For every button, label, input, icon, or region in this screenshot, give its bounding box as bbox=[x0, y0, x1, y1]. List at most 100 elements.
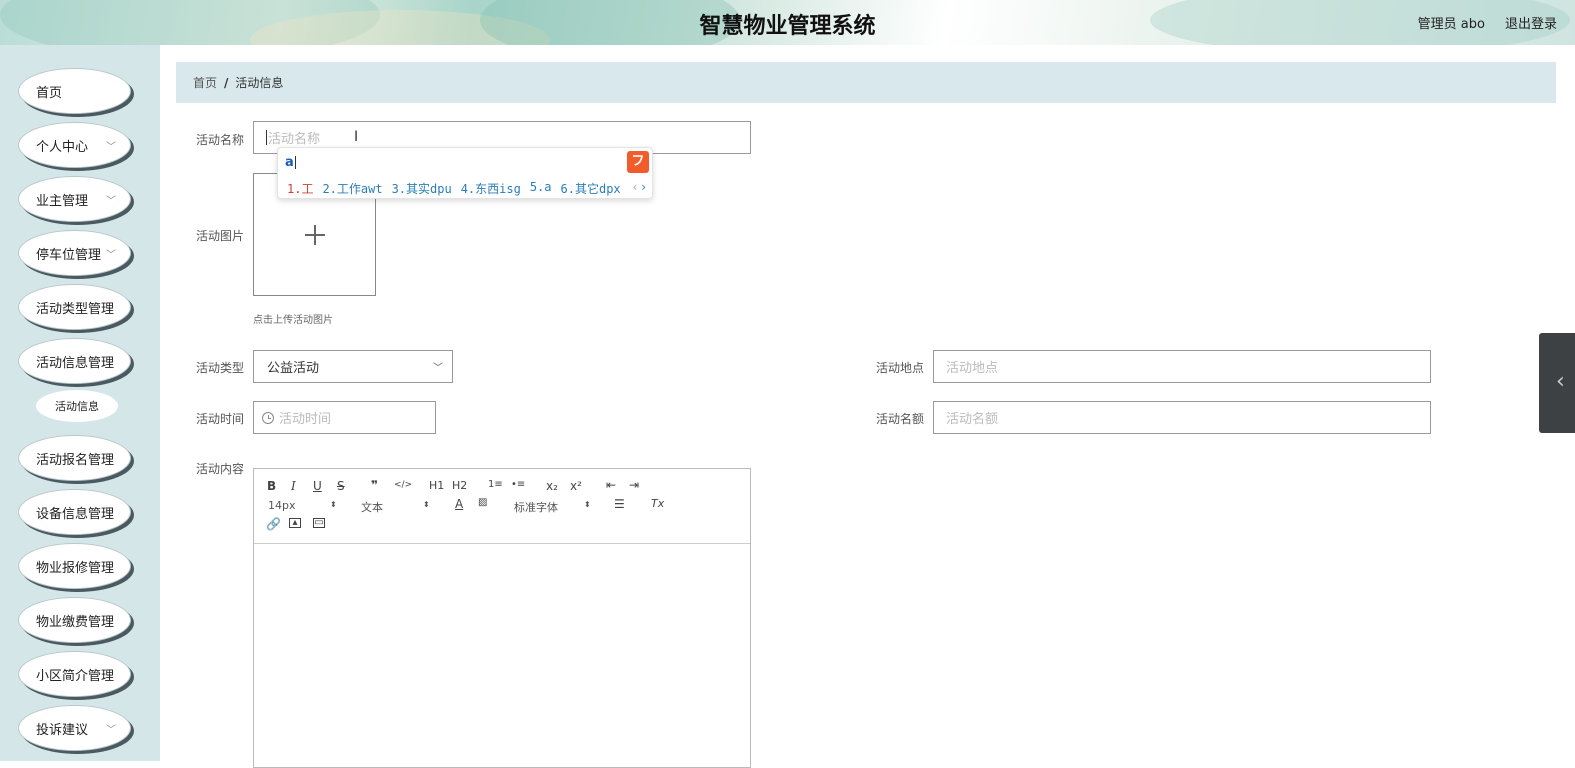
sidebar-item-complaints[interactable]: 投诉建议 ﹀ bbox=[18, 705, 131, 751]
chevron-down-icon: ﹀ bbox=[433, 363, 443, 374]
ime-candidate[interactable]: 5.a bbox=[530, 180, 552, 197]
ime-candidate[interactable]: 1.工 bbox=[287, 180, 313, 197]
h2-button[interactable]: H2 bbox=[452, 479, 467, 492]
sidebar-item-activity-signup[interactable]: 活动报名管理 bbox=[18, 435, 131, 481]
quota-input[interactable]: 活动名额 bbox=[933, 401, 1431, 434]
h1-button[interactable]: H1 bbox=[429, 479, 444, 492]
code-block-button[interactable]: </> bbox=[394, 480, 412, 490]
bold-button[interactable]: B bbox=[267, 479, 276, 493]
sidebar-item-label: 投诉建议 bbox=[36, 722, 89, 738]
sidebar-item-activity-type[interactable]: 活动类型管理 bbox=[18, 284, 131, 330]
font-size-select[interactable]: 14px ⬍ bbox=[268, 499, 338, 512]
strike-button[interactable]: S bbox=[337, 479, 345, 493]
chevron-down-icon: ﹀ bbox=[106, 196, 116, 207]
sidebar: 首页 个人中心 ﹀ 业主管理 ﹀ 停车位管理 ﹀ 活动类型管理 活动信息管理 活动信息… bbox=[0, 45, 160, 761]
bullet-list-button[interactable]: •≡ bbox=[511, 479, 525, 490]
sidebar-item-label: 物业缴费管理 bbox=[36, 614, 115, 630]
chevron-left-icon: ‹ bbox=[1556, 369, 1565, 394]
font-size-value: 14px bbox=[268, 499, 296, 512]
chevron-updown-icon: ⬍ bbox=[584, 500, 591, 509]
quota-label: 活动名额 bbox=[876, 412, 925, 426]
sidebar-item-device-info[interactable]: 设备信息管理 bbox=[18, 489, 131, 535]
sidebar-item-label: 停车位管理 bbox=[36, 247, 102, 263]
align-icon[interactable]: ☰ bbox=[614, 497, 625, 511]
chevron-down-icon: ﹀ bbox=[106, 142, 116, 153]
sidebar-item-activity-info[interactable]: 活动信息管理 bbox=[18, 338, 131, 384]
sidebar-item-community-intro[interactable]: 小区简介管理 bbox=[18, 651, 131, 697]
block-type-select[interactable]: 文本 ⬍ bbox=[361, 499, 431, 515]
editor-toolbar: B I U S ❞ </> H1 H2 1≡ •≡ x₂ x² ⇤ ⇥ 14px… bbox=[254, 469, 750, 544]
sidebar-item-repair[interactable]: 物业报修管理 bbox=[18, 543, 131, 589]
image-label: 活动图片 bbox=[196, 229, 245, 243]
ime-candidate[interactable]: 6.其它dpx bbox=[561, 180, 621, 197]
underline-button[interactable]: U bbox=[313, 479, 322, 493]
sidebar-item-label: 活动报名管理 bbox=[36, 452, 115, 468]
current-user: 管理员 abo bbox=[1417, 17, 1485, 32]
font-family-value: 标准字体 bbox=[514, 501, 558, 514]
chevron-down-icon: ﹀ bbox=[106, 725, 116, 736]
sidebar-subitem-activity-info[interactable]: 活动信息 bbox=[36, 390, 118, 422]
time-placeholder: 活动时间 bbox=[279, 412, 332, 427]
breadcrumb: 首页 / 活动信息 bbox=[176, 62, 1556, 103]
plus-icon bbox=[314, 225, 316, 245]
app-title: 智慧物业管理系统 bbox=[699, 14, 876, 39]
chevron-updown-icon: ⬍ bbox=[330, 500, 337, 509]
time-label: 活动时间 bbox=[196, 412, 245, 426]
content-label: 活动内容 bbox=[196, 462, 245, 476]
sidebar-item-label: 小区简介管理 bbox=[36, 668, 115, 684]
side-drawer-toggle[interactable]: ‹ bbox=[1539, 333, 1575, 433]
sidebar-item-label: 物业报修管理 bbox=[36, 560, 115, 576]
sidebar-item-payment[interactable]: 物业缴费管理 bbox=[18, 597, 131, 643]
sidebar-item-label: 首页 bbox=[36, 85, 63, 101]
top-header: 智慧物业管理系统 管理员 abo 退出登录 bbox=[0, 0, 1575, 45]
subscript-button[interactable]: x₂ bbox=[546, 479, 558, 493]
location-input[interactable]: 活动地点 bbox=[933, 350, 1431, 383]
breadcrumb-current: 活动信息 bbox=[235, 76, 284, 90]
sidebar-item-personal-center[interactable]: 个人中心 ﹀ bbox=[18, 122, 131, 168]
ordered-list-button[interactable]: 1≡ bbox=[488, 479, 503, 490]
superscript-button[interactable]: x² bbox=[570, 479, 582, 493]
block-type-value: 文本 bbox=[361, 501, 383, 514]
sidebar-item-parking-management[interactable]: 停车位管理 ﹀ bbox=[18, 230, 131, 276]
upload-tip: 点击上传活动图片 bbox=[253, 315, 333, 326]
font-family-select[interactable]: 标准字体 ⬍ bbox=[514, 499, 594, 515]
sidebar-item-label: 业主管理 bbox=[36, 193, 89, 209]
text-cursor-icon: I bbox=[354, 129, 359, 145]
logout-link[interactable]: 退出登录 bbox=[1505, 13, 1557, 32]
sidebar-item-label: 活动信息管理 bbox=[36, 355, 115, 371]
background-color-icon[interactable]: ▨ bbox=[478, 497, 487, 508]
blockquote-button[interactable]: ❞ bbox=[371, 478, 378, 492]
breadcrumb-home[interactable]: 首页 bbox=[193, 74, 217, 91]
sidebar-item-home[interactable]: 首页 bbox=[18, 68, 131, 114]
breadcrumb-separator: / bbox=[224, 75, 229, 90]
type-label: 活动类型 bbox=[196, 361, 245, 375]
outdent-button[interactable]: ⇤ bbox=[606, 478, 616, 492]
sidebar-item-owner-management[interactable]: 业主管理 ﹀ bbox=[18, 176, 131, 222]
ime-candidate-popup: a フ 1.工 2.工作awt 3.其实dpu 4.东西isg 5.a 6.其它… bbox=[277, 147, 653, 199]
sidebar-item-label: 活动类型管理 bbox=[36, 301, 115, 317]
ime-candidate[interactable]: 2.工作awt bbox=[322, 180, 382, 197]
rich-text-editor: B I U S ❞ </> H1 H2 1≡ •≡ x₂ x² ⇤ ⇥ 14px… bbox=[253, 468, 751, 768]
image-icon[interactable]: ▴ bbox=[289, 518, 301, 528]
text-color-button[interactable]: A bbox=[455, 497, 463, 511]
chevron-updown-icon: ⬍ bbox=[423, 500, 430, 509]
clear-format-button[interactable]: Tx bbox=[651, 497, 664, 510]
ime-next-icon[interactable]: › bbox=[641, 180, 646, 194]
italic-button[interactable]: I bbox=[291, 479, 296, 493]
sidebar-item-label: 个人中心 bbox=[36, 139, 89, 155]
ime-composition: a bbox=[285, 155, 296, 170]
chevron-down-icon: ﹀ bbox=[106, 250, 116, 261]
ime-candidate[interactable]: 4.东西isg bbox=[461, 180, 521, 197]
indent-button[interactable]: ⇥ bbox=[629, 478, 639, 492]
name-label: 活动名称 bbox=[196, 133, 245, 147]
text-caret bbox=[266, 130, 267, 145]
time-picker[interactable]: 活动时间 bbox=[253, 401, 436, 434]
ime-prev-icon[interactable]: ‹ bbox=[633, 180, 638, 194]
type-select-value: 公益活动 bbox=[267, 361, 320, 376]
video-icon[interactable]: ▭ bbox=[313, 518, 325, 528]
ime-candidate[interactable]: 3.其实dpu bbox=[392, 180, 452, 197]
name-placeholder: 活动名称 bbox=[268, 132, 321, 147]
type-select[interactable]: 公益活动 ﹀ bbox=[253, 350, 453, 383]
clock-icon bbox=[262, 411, 274, 424]
link-icon[interactable]: 🔗 bbox=[266, 517, 281, 531]
